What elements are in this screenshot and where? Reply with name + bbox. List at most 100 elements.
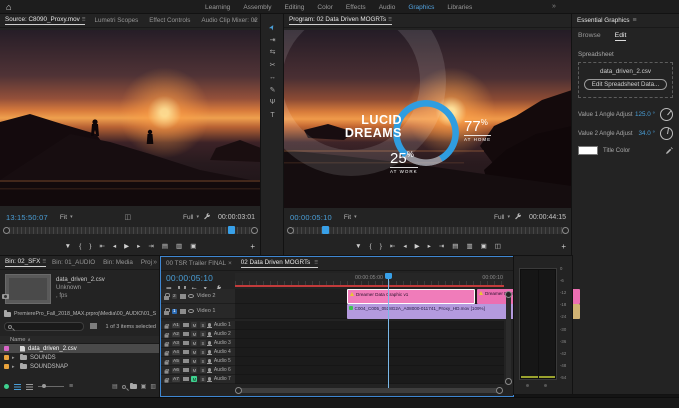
- timeline-playhead-line[interactable]: [388, 277, 389, 388]
- razor-tool[interactable]: ✂: [270, 62, 276, 70]
- lift-button[interactable]: ▤: [452, 243, 458, 251]
- angle-dial[interactable]: [660, 108, 673, 121]
- mute-button[interactable]: M: [191, 349, 197, 355]
- program-scrubber[interactable]: [289, 227, 567, 234]
- program-quality-select[interactable]: Full▾: [494, 214, 510, 221]
- new-bin-icon[interactable]: [130, 384, 137, 389]
- sequence-tab[interactable]: 00 TSR Trailer FINAL×: [166, 260, 234, 267]
- play-button[interactable]: ▶: [124, 243, 129, 251]
- audio-track-head[interactable]: A5 M S Audio 5: [161, 357, 235, 366]
- source-zoom-select[interactable]: Fit▾: [60, 214, 73, 221]
- source-patch-icon[interactable]: [183, 323, 189, 327]
- workspace-tab[interactable]: Graphics: [408, 4, 434, 11]
- track-target-badge[interactable]: A1: [172, 323, 181, 328]
- close-icon[interactable]: ×: [228, 260, 232, 267]
- source-patch-icon[interactable]: [183, 341, 189, 345]
- timeline-clip[interactable]: Dreamer Data Graphic v1: [347, 289, 475, 304]
- overwrite-button[interactable]: ▥: [176, 243, 182, 251]
- audio-track-head[interactable]: A6 M S Audio 6: [161, 366, 235, 375]
- panel-menu-icon[interactable]: ≡: [388, 16, 392, 23]
- lock-icon[interactable]: [164, 311, 169, 315]
- bin-tab[interactable]: Proj: [141, 259, 154, 266]
- step-forward-button[interactable]: ▸: [428, 243, 431, 251]
- label-color-chip[interactable]: [4, 346, 9, 351]
- label-color-chip[interactable]: [4, 355, 9, 360]
- program-playhead[interactable]: [322, 226, 329, 234]
- list-item[interactable]: data_driven_2.csv: [0, 344, 160, 353]
- track-target-badge[interactable]: 1: [172, 309, 178, 314]
- expand-chevron-icon[interactable]: ▸: [12, 364, 17, 370]
- mute-button[interactable]: M: [191, 358, 197, 364]
- list-item[interactable]: ▸ SOUNDS: [0, 353, 160, 362]
- type-tool[interactable]: T: [270, 112, 274, 120]
- audio-track-head[interactable]: A7 M S Audio 7: [161, 375, 235, 384]
- go-to-out-button[interactable]: ⇥: [439, 243, 444, 251]
- button-editor-plus[interactable]: +: [250, 242, 255, 251]
- workspace-overflow-icon[interactable]: »: [552, 3, 556, 10]
- source-patch-icon[interactable]: [180, 309, 186, 314]
- mark-in-button[interactable]: {: [370, 243, 372, 251]
- mute-button[interactable]: M: [191, 376, 197, 382]
- lock-icon[interactable]: [164, 296, 169, 300]
- microphone-icon[interactable]: [208, 323, 211, 327]
- bin-tab[interactable]: Bin: 02_SFX≡: [5, 258, 46, 267]
- safe-margins-icon[interactable]: ◫: [124, 213, 131, 221]
- preview-thumbnail[interactable]: [5, 274, 51, 304]
- audio-track-head[interactable]: A1 M S Audio 1: [161, 321, 235, 330]
- new-item-icon[interactable]: ▣: [141, 383, 147, 390]
- panel-tab[interactable]: Source: C8090_Proxy.mov≡: [5, 16, 85, 25]
- list-item[interactable]: ▸ SOUNDSNAP: [0, 362, 160, 371]
- eyedropper-icon[interactable]: [665, 147, 673, 155]
- solo-button[interactable]: S: [200, 349, 206, 355]
- source-patch-icon[interactable]: [183, 368, 189, 372]
- settings-wrench-icon[interactable]: [203, 213, 211, 221]
- track-output-eye-icon[interactable]: [188, 309, 194, 313]
- solo-button[interactable]: S: [200, 331, 206, 337]
- source-playhead[interactable]: [228, 226, 235, 234]
- param-value1-value[interactable]: 125.0 °: [635, 111, 655, 118]
- audio-track-head[interactable]: A3 M S Audio 3: [161, 339, 235, 348]
- video-track-head[interactable]: 1 Video 1: [161, 304, 235, 319]
- step-back-button[interactable]: ◂: [113, 243, 116, 251]
- program-zoom-select[interactable]: Fit▾: [344, 214, 357, 221]
- hand-tool[interactable]: Ψ: [270, 99, 276, 107]
- lock-icon[interactable]: [165, 361, 169, 364]
- solo-button[interactable]: S: [200, 358, 206, 364]
- timeline-horizontal-scrollbar[interactable]: [237, 388, 501, 393]
- comparison-view-button[interactable]: ◫: [495, 243, 501, 251]
- video-track-head[interactable]: 2 Video 2: [161, 289, 235, 304]
- workspace-tab[interactable]: Editing: [285, 4, 305, 11]
- solo-button[interactable]: S: [200, 376, 206, 382]
- title-color-swatch[interactable]: [578, 146, 598, 155]
- settings-wrench-icon[interactable]: [514, 213, 522, 221]
- bin-tab[interactable]: Bin: Media: [103, 259, 135, 266]
- panel-menu-icon[interactable]: ≡: [82, 16, 86, 23]
- microphone-icon[interactable]: [208, 368, 211, 372]
- button-editor-plus[interactable]: +: [561, 242, 566, 251]
- track-target-badge[interactable]: A6: [172, 368, 181, 373]
- play-button[interactable]: ▶: [415, 243, 420, 251]
- mark-in-button[interactable]: {: [79, 243, 81, 251]
- sequence-tab[interactable]: 02 Data Driven MOGRTs≡: [241, 259, 318, 268]
- ripple-edit-tool[interactable]: ⇆: [270, 49, 276, 57]
- go-to-in-button[interactable]: ⇤: [390, 243, 395, 251]
- step-back-button[interactable]: ◂: [403, 243, 406, 251]
- track-target-badge[interactable]: A4: [172, 350, 181, 355]
- tab-overflow-icon[interactable]: »: [253, 17, 257, 24]
- lock-icon[interactable]: [165, 352, 169, 355]
- go-to-in-button[interactable]: ⇤: [99, 243, 104, 251]
- step-forward-button[interactable]: ▸: [137, 243, 140, 251]
- label-color-chip[interactable]: [4, 364, 9, 369]
- timeline-timecode[interactable]: 00:00:05:10: [166, 273, 213, 283]
- filter-icon[interactable]: [90, 323, 97, 329]
- track-target-badge[interactable]: 2: [172, 294, 178, 299]
- slip-tool[interactable]: ↔: [269, 74, 276, 82]
- source-quality-select[interactable]: Full▾: [183, 214, 199, 221]
- timeline-vertical-scrollbar[interactable]: [506, 293, 511, 383]
- selection-tool[interactable]: ➤: [270, 24, 276, 32]
- automate-to-sequence-icon[interactable]: ▤: [112, 383, 118, 390]
- project-writable-icon[interactable]: [4, 384, 9, 389]
- search-input[interactable]: [4, 322, 84, 331]
- panel-tab[interactable]: Effect Controls: [149, 17, 192, 24]
- lock-icon[interactable]: [165, 379, 169, 382]
